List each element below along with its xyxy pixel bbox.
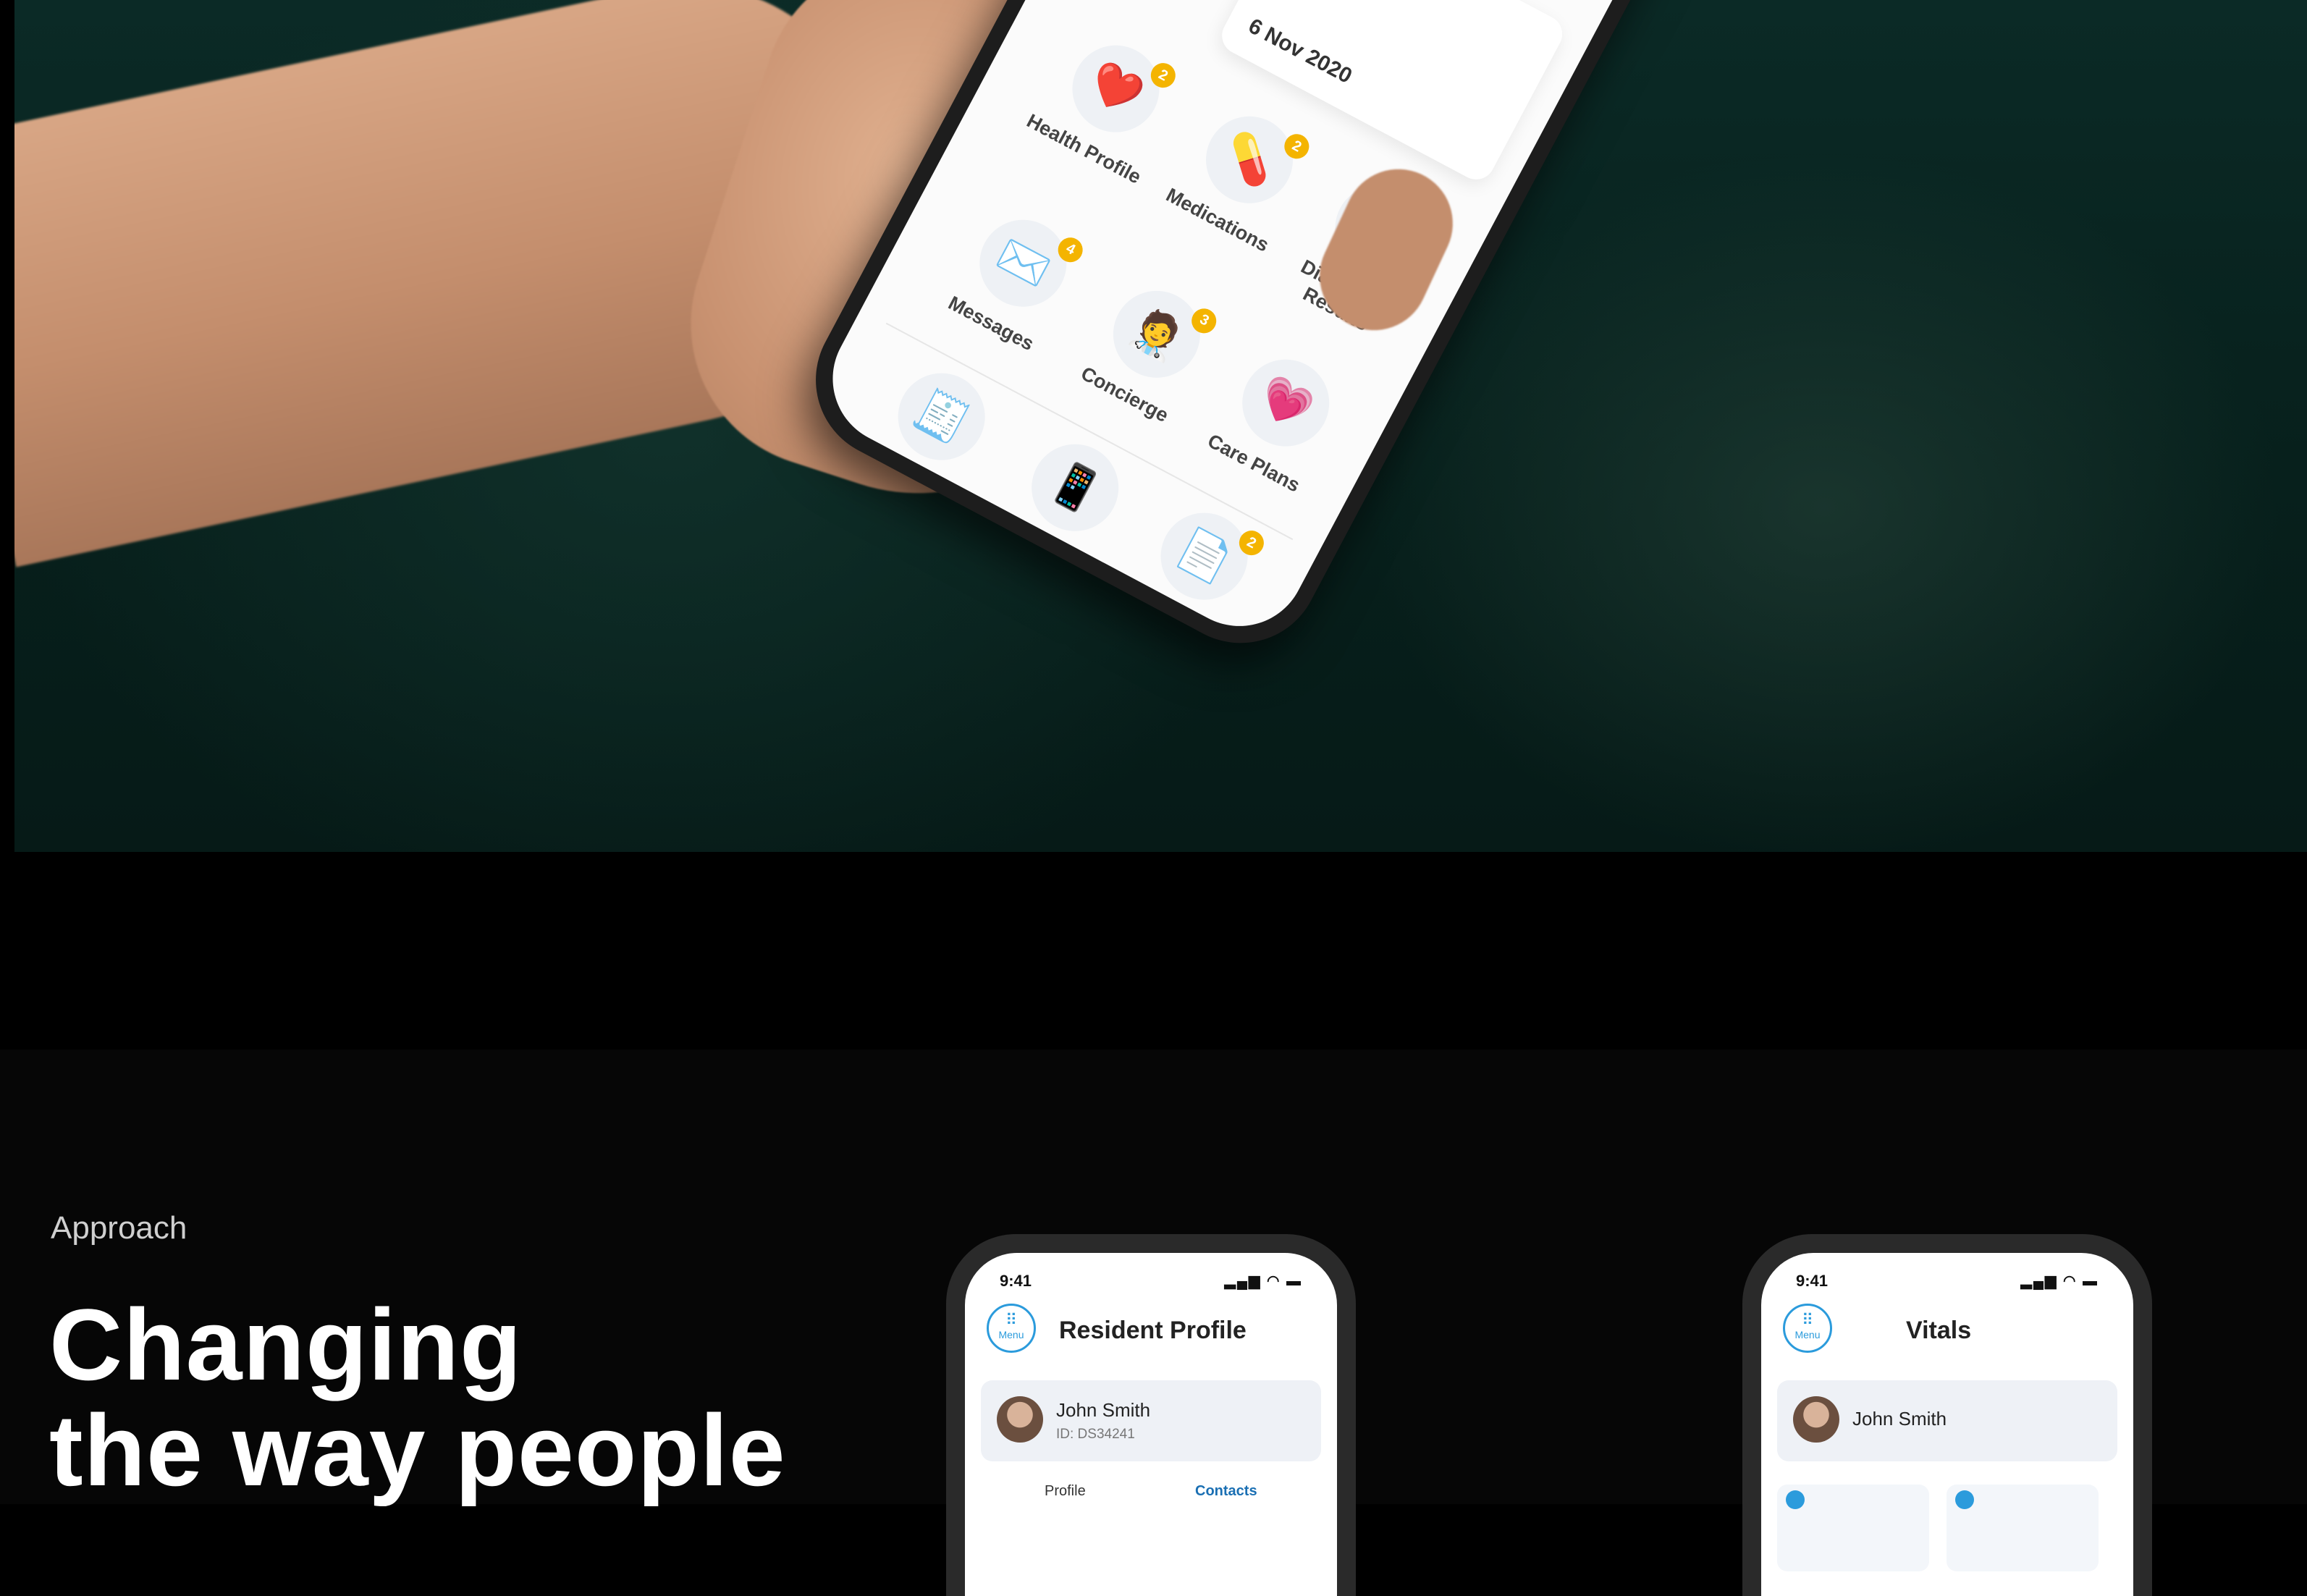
signal-wifi-battery-icon: ▂▄▆ ◠ ▬ [2020,1273,2099,1289]
hero-phone-screen: 6 Nov 2020 ❤️ 2 Health Profile 💊 2 Medication… [809,0,1782,650]
signal-wifi-battery-icon: ▂▄▆ ◠ ▬ [1224,1273,1302,1289]
resident-profile-mockup: 9:41 ▂▄▆ ◠ ▬ ⠿ Menu Resident Profile Joh… [946,1234,1356,1596]
app-tile[interactable]: 🔗 Resources/Links [809,495,949,649]
hero-photo: 6 Nov 2020 ❤️ 2 Health Profile 💊 2 Medication… [14,0,2307,852]
care-heart-icon: 💗 [1227,344,1345,462]
status-bar: 9:41 ▂▄▆ ◠ ▬ [1796,1272,2099,1293]
calendar-plus-icon: 📅 [935,583,1053,650]
resident-name: John Smith [1852,1408,1947,1430]
page-title: Resident Profile [1059,1317,1247,1344]
section-eyebrow: Approach [51,1210,187,1246]
mockup-screen: 9:41 ▂▄▆ ◠ ▬ ⠿ Menu Vitals John Smith [1761,1253,2133,1596]
tab-contacts[interactable]: Contacts [1195,1483,1257,1500]
notification-badge: 3 [1187,304,1221,338]
grid-icon: ⠿ [1801,1311,1814,1329]
notification-badge: 2 [1146,59,1180,93]
vitals-mockup: 9:41 ▂▄▆ ◠ ▬ ⠿ Menu Vitals John Smith [1742,1234,2152,1596]
notification-badge: 2 [1234,526,1268,560]
app-tile-label: Resources/Links [809,584,903,650]
concierge-person-icon: 🧑‍⚕️ 3 [1097,275,1221,393]
vital-card[interactable] [1777,1485,1929,1571]
grid-icon: ⠿ [1005,1311,1018,1329]
envelope-icon: ✉️ 4 [964,204,1087,322]
section-headline: Changing the way people [49,1292,786,1503]
resident-name: John Smith [1056,1399,1151,1421]
avatar [997,1396,1043,1443]
avatar [1793,1396,1839,1443]
tab-profile[interactable]: Profile [1045,1483,1086,1500]
vital-icon [1955,1490,1974,1509]
resident-card[interactable]: John Smith [1777,1380,2117,1461]
heart-icon: ❤️ 2 [1057,30,1180,148]
headline-line-1: Changing [49,1288,523,1401]
menu-label: Menu [998,1329,1024,1340]
status-bar: 9:41 ▂▄▆ ◠ ▬ [1000,1272,1302,1293]
pills-icon: 💊 2 [1190,101,1314,219]
app-tile[interactable]: 📅Appointments [891,569,1078,650]
menu-button[interactable]: ⠿ Menu [1783,1304,1832,1353]
notification-badge: 4 [1053,233,1087,267]
headline-line-2: the way people [49,1393,786,1507]
date-card-text: 6 Nov 2020 [1244,14,1357,88]
mockup-screen: 9:41 ▂▄▆ ◠ ▬ ⠿ Menu Resident Profile Joh… [965,1253,1337,1596]
menu-button[interactable]: ⠿ Menu [987,1304,1036,1353]
link-icon: 🔗 [809,511,919,630]
status-time: 9:41 [1796,1272,1829,1290]
menu-label: Menu [1794,1329,1821,1340]
vital-card[interactable] [1947,1485,2099,1571]
notification-badge: 2 [1280,130,1314,164]
resident-id: ID: DS34241 [1056,1427,1135,1442]
status-time: 9:41 [1000,1272,1032,1290]
resident-card[interactable]: John Smith ID: DS34241 [981,1380,1321,1461]
vital-icon [1786,1490,1805,1509]
page-title: Vitals [1906,1317,1972,1344]
